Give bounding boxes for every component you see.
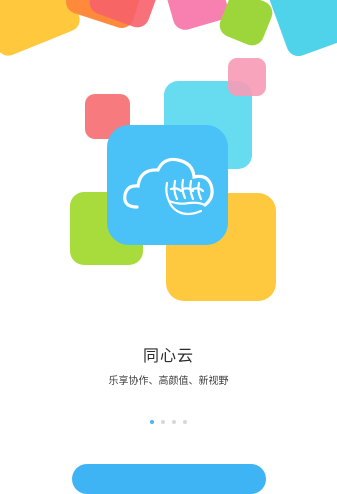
page-dot-2[interactable] <box>161 420 165 424</box>
deco-tile-green <box>216 0 276 49</box>
tile-pink <box>228 58 266 96</box>
page-dot-3[interactable] <box>172 420 176 424</box>
app-title: 同心云 <box>142 346 194 365</box>
app-logo <box>107 125 228 245</box>
page-indicator <box>0 420 337 424</box>
top-decoration <box>0 0 337 70</box>
cloud-with-hands-icon <box>123 157 214 216</box>
page-dot-4[interactable] <box>183 420 187 424</box>
start-button[interactable] <box>72 464 266 494</box>
app-subtitle: 乐享协作、高颜值、新视野 <box>108 376 229 387</box>
page-dot-1[interactable] <box>150 420 154 424</box>
